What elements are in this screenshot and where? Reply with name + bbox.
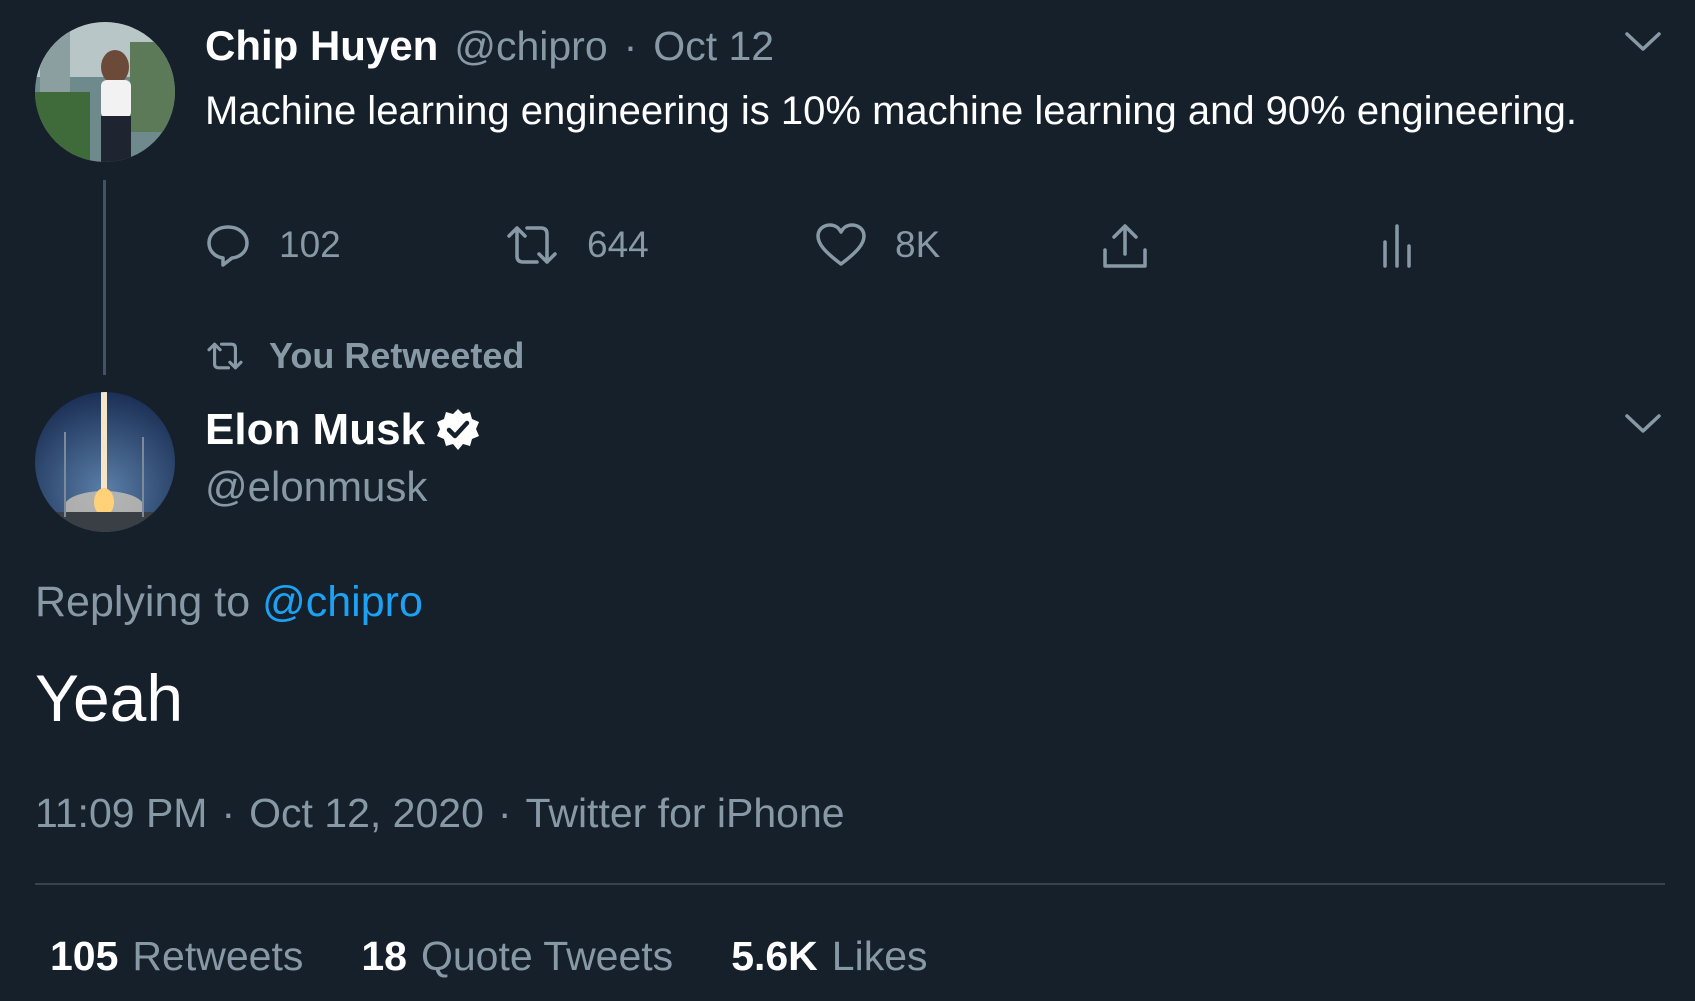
tweet1-handle[interactable]: @chipro: [454, 23, 607, 70]
likes-label: Likes: [831, 933, 928, 979]
analytics-button[interactable]: [1380, 222, 1414, 268]
reply-count: 102: [279, 224, 341, 265]
tweet1-text: Machine learning engineering is 10% mach…: [205, 89, 1578, 133]
tweet2-more-menu[interactable]: [1624, 412, 1662, 436]
likes-count: 5.6K: [731, 933, 818, 979]
verified-badge-icon: [437, 409, 480, 450]
retweets-stat[interactable]: 105 Retweets: [50, 933, 303, 980]
replying-to-line: Replying to @chipro: [35, 578, 423, 627]
stats-divider: [35, 883, 1665, 885]
tweet2-display-name[interactable]: Elon Musk: [205, 405, 425, 455]
chevron-down-icon: [1625, 414, 1661, 433]
share-icon: [1103, 224, 1147, 268]
like-button[interactable]: 8K: [815, 222, 940, 268]
analytics-icon: [1383, 224, 1411, 268]
tweet2-text: Yeah: [35, 661, 184, 735]
replying-to-link[interactable]: @chipro: [262, 578, 423, 626]
retweet-icon: [507, 226, 557, 264]
chip-huyen-avatar[interactable]: [35, 22, 175, 162]
tweet2-time[interactable]: 11:09 PM: [35, 790, 207, 837]
tweet1-date[interactable]: Oct 12: [653, 23, 774, 70]
meta-separator: ·: [221, 790, 236, 836]
like-icon: [816, 223, 866, 266]
quotes-label: Quote Tweets: [420, 933, 674, 979]
tweet2-header: Elon Musk: [205, 405, 481, 455]
tweet2-date[interactable]: Oct 12, 2020: [249, 790, 484, 837]
quote-tweets-stat[interactable]: 18 Quote Tweets: [361, 933, 673, 980]
quotes-count: 18: [361, 933, 407, 979]
share-button[interactable]: [1100, 222, 1150, 270]
retweets-label: Retweets: [132, 933, 304, 979]
reply-button[interactable]: 102: [205, 222, 341, 268]
retweet-button[interactable]: 644: [505, 222, 649, 268]
likes-stat[interactable]: 5.6K Likes: [731, 933, 927, 980]
retweet-count: 644: [587, 224, 649, 265]
retweets-count: 105: [50, 933, 119, 979]
meta-separator: ·: [497, 790, 512, 836]
tweet1-separator: ·: [623, 23, 638, 69]
replying-to-prefix: Replying to: [35, 578, 251, 626]
retweet-notice: You Retweeted: [205, 335, 524, 377]
retweet-icon: [207, 342, 243, 370]
retweet-notice-label: You Retweeted: [269, 335, 525, 376]
tweet1-display-name[interactable]: Chip Huyen: [205, 22, 438, 70]
thread-connector-line: [103, 180, 106, 375]
tweet2-stats: 105 Retweets 18 Quote Tweets 5.6K Likes: [50, 933, 928, 980]
tweet2-meta: 11:09 PM · Oct 12, 2020 · Twitter for iP…: [35, 790, 845, 837]
tweet2-source[interactable]: Twitter for iPhone: [526, 790, 845, 837]
tweet1-more-menu[interactable]: [1624, 30, 1662, 54]
reply-icon: [207, 225, 249, 267]
chevron-down-icon: [1625, 32, 1661, 51]
elon-musk-avatar[interactable]: [35, 392, 175, 532]
tweet2-handle[interactable]: @elonmusk: [205, 463, 427, 511]
tweet1-header: Chip Huyen @chipro · Oct 12: [205, 22, 774, 70]
like-count: 8K: [895, 224, 941, 265]
